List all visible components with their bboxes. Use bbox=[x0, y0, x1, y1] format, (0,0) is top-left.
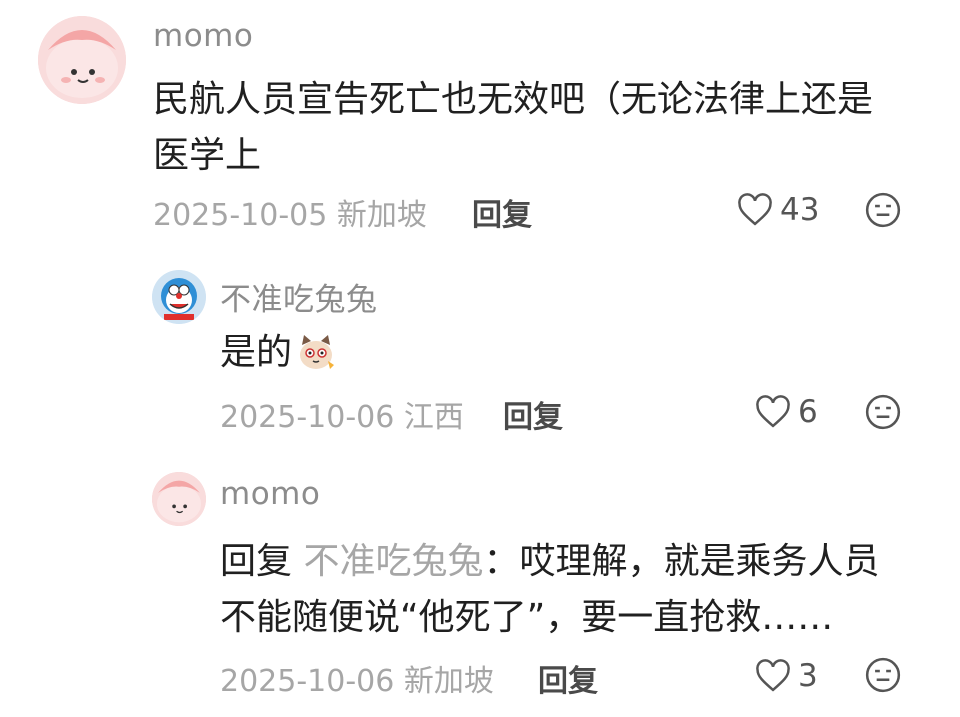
reply-button[interactable]: 回复 bbox=[503, 392, 563, 436]
comment-username[interactable]: momo bbox=[153, 18, 253, 54]
heart-outline-icon bbox=[756, 659, 790, 692]
dislike-button[interactable] bbox=[864, 656, 902, 694]
comment-username[interactable]: momo bbox=[220, 476, 320, 512]
comment-text-segment: ：哎理解，就是乘务人员 bbox=[483, 541, 880, 582]
comment-date-location: 2025-10-05 新加坡 bbox=[153, 198, 427, 233]
meh-face-icon bbox=[865, 394, 901, 430]
avatar[interactable] bbox=[152, 270, 206, 324]
like-button[interactable]: 43 bbox=[736, 192, 819, 228]
avatar[interactable] bbox=[38, 16, 126, 104]
like-count: 6 bbox=[798, 394, 818, 430]
like-button[interactable]: 6 bbox=[754, 394, 818, 430]
reply-button[interactable]: 回复 bbox=[538, 656, 598, 700]
comment-text-line: 不能随便说“他死了”，要一直抢救…… bbox=[220, 597, 834, 638]
reply-target-username[interactable]: 不准吃兔兔 bbox=[303, 541, 483, 582]
avatar[interactable] bbox=[152, 472, 206, 526]
like-count: 3 bbox=[798, 658, 818, 694]
comment-text-line: 民航人员宣告死亡也无效吧（无论法律上还是 bbox=[153, 79, 874, 120]
pink-character-avatar-icon bbox=[152, 472, 206, 526]
pink-character-avatar-icon bbox=[38, 16, 126, 104]
heart-outline-icon bbox=[756, 395, 790, 428]
comment-text-line: 回复 不准吃兔兔：哎理解，就是乘务人员 bbox=[220, 532, 880, 592]
dislike-button[interactable] bbox=[864, 191, 902, 229]
heart-outline-icon bbox=[738, 193, 772, 226]
comment-date-location: 2025-10-06 江西 bbox=[220, 400, 464, 435]
comment-text-line: 医学上 bbox=[153, 135, 262, 176]
comment-text-line: 是的 bbox=[220, 332, 293, 373]
meh-face-icon bbox=[865, 192, 901, 228]
cat-sticker-icon bbox=[300, 335, 335, 369]
like-button[interactable]: 3 bbox=[754, 658, 818, 694]
reply-button[interactable]: 回复 bbox=[472, 190, 532, 234]
comment-date-location: 2025-10-06 新加坡 bbox=[220, 664, 494, 699]
like-count: 43 bbox=[780, 192, 820, 228]
reply-prefix: 回复 bbox=[220, 541, 293, 582]
comment-username[interactable]: 不准吃兔兔 bbox=[220, 274, 378, 319]
comment-text: 是的 bbox=[220, 323, 338, 383]
blue-robot-cat-avatar-icon bbox=[152, 270, 206, 324]
dislike-button[interactable] bbox=[864, 393, 902, 431]
meh-face-icon bbox=[865, 657, 901, 693]
